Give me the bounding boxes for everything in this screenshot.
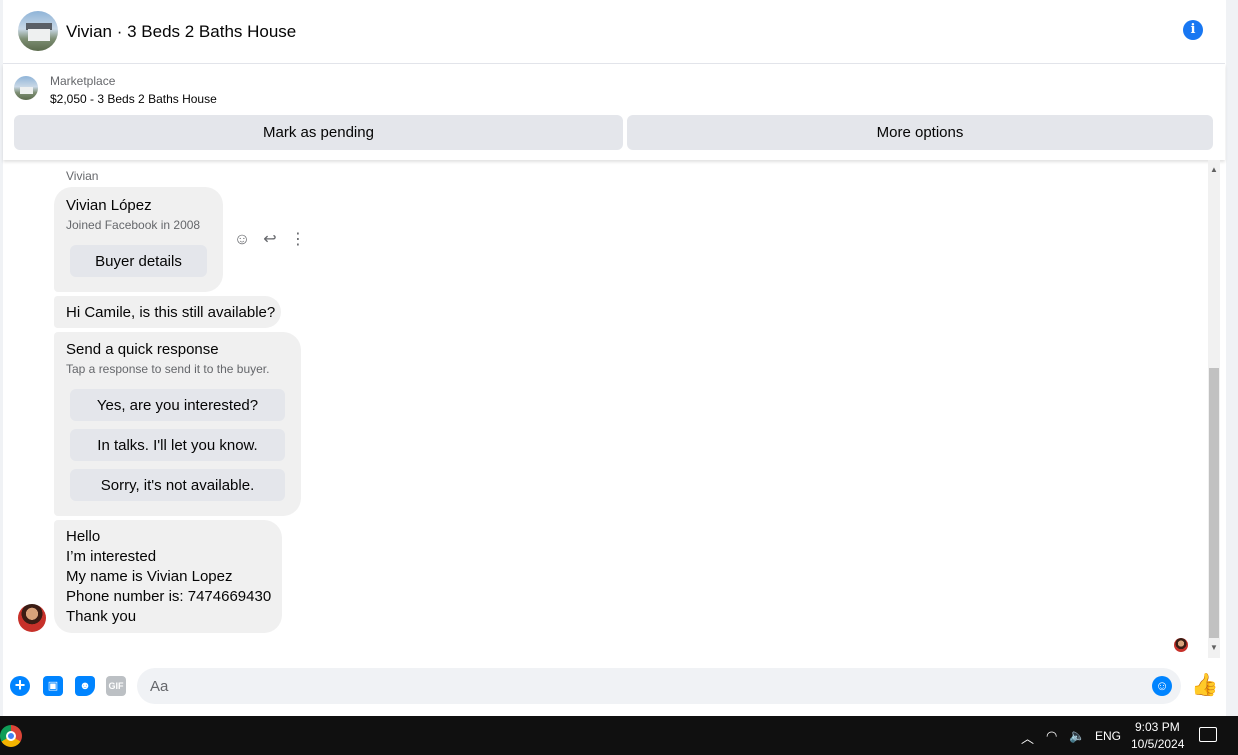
- quick-response-bubble: Send a quick response Tap a response to …: [54, 332, 301, 516]
- clock-time[interactable]: 9:03 PM: [1135, 720, 1180, 734]
- quick-response-sorry-button[interactable]: Sorry, it's not available.: [70, 469, 285, 501]
- more-options-button[interactable]: More options: [627, 115, 1213, 150]
- messenger-window: Vivian · 3 Beds 2 Baths House i Marketpl…: [0, 0, 1238, 716]
- message-line: Hello: [66, 528, 101, 545]
- message-line: I’m interested: [66, 548, 157, 565]
- wifi-icon[interactable]: ◠: [1046, 728, 1057, 744]
- show-hidden-icons-chevron-icon[interactable]: ︿: [1021, 728, 1034, 747]
- message-list: Vivian Vivian López Joined Facebook in 2…: [3, 160, 1208, 658]
- gif-icon[interactable]: GIF: [106, 676, 126, 696]
- messages-scrollbar[interactable]: ▲ ▼: [1208, 160, 1220, 658]
- profile-card-bubble: Vivian López Joined Facebook in 2008 Buy…: [54, 187, 223, 292]
- buyer-name: Vivian López: [66, 197, 152, 214]
- message-input[interactable]: [137, 668, 1181, 704]
- plus-icon[interactable]: +: [10, 676, 30, 696]
- thumbs-up-icon[interactable]: 👍: [1191, 673, 1218, 697]
- volume-icon[interactable]: 🔈: [1069, 728, 1085, 744]
- message-composer: + ▣ ☻ GIF ☺ 👍: [3, 658, 1225, 716]
- chrome-icon[interactable]: [0, 725, 22, 747]
- windows-taskbar: ︿ ◠ 🔈 ENG 9:03 PM 10/5/2024: [0, 716, 1238, 755]
- mark-as-pending-button[interactable]: Mark as pending: [14, 115, 623, 150]
- info-icon[interactable]: i: [1183, 20, 1203, 40]
- sender-avatar[interactable]: [18, 604, 46, 632]
- marketplace-bar: Marketplace $2,050 - 3 Beds 2 Baths Hous…: [3, 64, 1225, 160]
- scroll-down-arrow-icon[interactable]: ▼: [1208, 642, 1220, 654]
- notifications-icon[interactable]: [1199, 727, 1217, 742]
- buyer-joined: Joined Facebook in 2008: [66, 218, 201, 232]
- buyer-details-button[interactable]: Buyer details: [70, 245, 207, 277]
- reply-icon[interactable]: ↩: [260, 230, 280, 250]
- seen-indicator-avatar: [1174, 638, 1188, 652]
- react-icon[interactable]: ☺: [232, 230, 252, 250]
- quick-response-yes-button[interactable]: Yes, are you interested?: [70, 389, 285, 421]
- quick-response-subtitle: Tap a response to send it to the buyer.: [66, 362, 270, 376]
- more-icon[interactable]: ⋮: [288, 230, 308, 250]
- clock-date[interactable]: 10/5/2024: [1131, 737, 1184, 751]
- marketplace-label: Marketplace: [50, 74, 116, 88]
- message-line: Thank you: [66, 608, 137, 625]
- message-line: My name is Vivian Lopez: [66, 568, 233, 585]
- photo-icon[interactable]: ▣: [43, 676, 63, 696]
- scroll-up-arrow-icon[interactable]: ▲: [1208, 164, 1220, 176]
- listing-title[interactable]: $2,050 - 3 Beds 2 Baths House: [50, 92, 217, 106]
- house-body: [28, 29, 50, 41]
- scroll-thumb[interactable]: [1209, 368, 1219, 638]
- sticker-icon[interactable]: ☻: [75, 676, 95, 696]
- quick-response-in-talks-button[interactable]: In talks. I'll let you know.: [70, 429, 285, 461]
- message-text: Hi Camile, is this still available?: [66, 304, 276, 321]
- conversation-title[interactable]: Vivian · 3 Beds 2 Baths House: [66, 22, 296, 42]
- conversation-header: Vivian · 3 Beds 2 Baths House i: [3, 0, 1225, 64]
- right-edge: [1226, 0, 1238, 716]
- listing-avatar[interactable]: [18, 11, 58, 51]
- emoji-icon[interactable]: ☺: [1152, 676, 1172, 696]
- quick-response-title: Send a quick response: [66, 341, 219, 358]
- language-indicator[interactable]: ENG: [1095, 729, 1121, 743]
- house-body: [20, 87, 33, 94]
- message-actions: ☺ ↩ ⋮: [232, 230, 308, 250]
- message-line: Phone number is: 7474669430: [66, 588, 272, 605]
- sender-name: Vivian: [66, 169, 99, 183]
- message-bubble: Hello I’m interested My name is Vivian L…: [54, 520, 282, 633]
- message-bubble: Hi Camile, is this still available?: [54, 296, 281, 328]
- listing-thumbnail[interactable]: [14, 76, 38, 100]
